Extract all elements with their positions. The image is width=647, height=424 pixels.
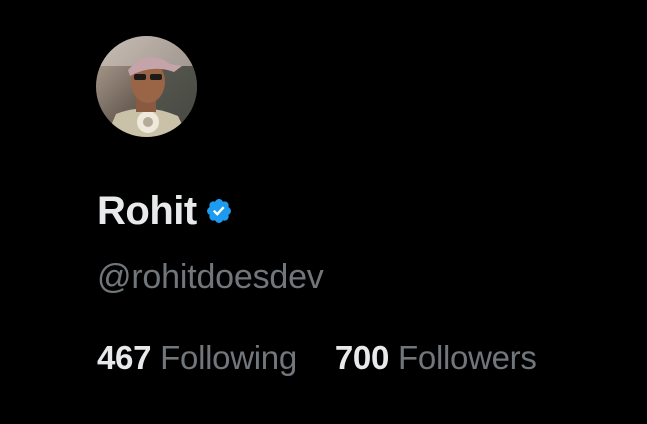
username-handle: @rohitdoesdev	[97, 258, 324, 296]
followers-count: 700	[334, 339, 390, 376]
following-link[interactable]: 467 Following	[97, 337, 297, 379]
avatar[interactable]	[96, 36, 197, 137]
display-name: Rohit	[97, 189, 197, 233]
profile-photo	[96, 36, 197, 137]
verified-badge-icon[interactable]	[205, 197, 233, 225]
followers-link[interactable]: 700 Followers	[335, 337, 537, 379]
followers-label: Followers	[398, 339, 537, 376]
name-row: Rohit	[97, 188, 233, 234]
following-count: 467	[97, 339, 152, 376]
following-label: Following	[160, 339, 297, 376]
profile-stats: 467 Following 700 Followers	[97, 337, 537, 379]
